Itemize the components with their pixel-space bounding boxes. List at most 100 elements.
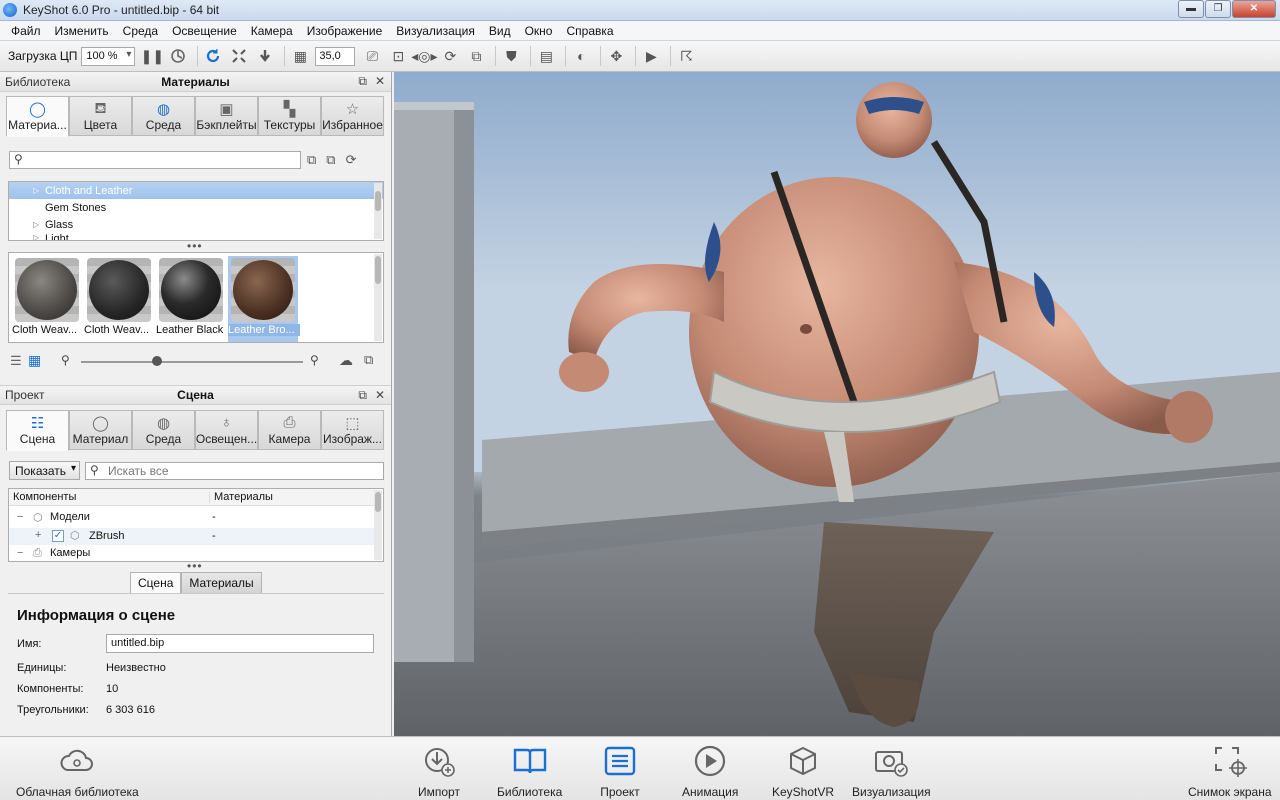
undock-icon[interactable]: ⧉ <box>358 388 367 403</box>
field-of-view-icon: ▦ <box>293 47 307 64</box>
menu-help[interactable]: Справка <box>559 24 620 38</box>
camera-screenshot-icon[interactable]: ⊡ <box>387 45 409 67</box>
maximize-button[interactable]: ❐ <box>1205 0 1231 18</box>
show-dropdown[interactable]: Показать ▾ <box>9 461 80 480</box>
camera-switch-icon[interactable]: ◂◎▸ <box>411 45 437 67</box>
add-folder-icon[interactable]: ⧉ <box>307 152 316 168</box>
import-arrow-icon[interactable] <box>254 45 276 67</box>
tab-material[interactable]: ◯ Материал <box>69 410 132 450</box>
close-panel-icon[interactable]: ✕ <box>375 74 385 89</box>
move-tool-icon[interactable]: ✥ <box>605 45 627 67</box>
collapse-icon[interactable]: − <box>17 547 23 559</box>
scene-tree-scrollbar[interactable] <box>374 490 382 560</box>
column-materials[interactable]: Материалы <box>209 491 273 503</box>
thumbnails-scrollbar[interactable] <box>374 254 382 341</box>
column-components[interactable]: Компоненты <box>13 491 76 503</box>
export-folder-icon[interactable]: ⧉ <box>364 352 373 368</box>
close-panel-icon[interactable]: ✕ <box>375 388 385 403</box>
expand-arrow-icon[interactable]: ▷ <box>33 233 39 240</box>
scrollbar-thumb[interactable] <box>375 191 381 211</box>
render-viewport[interactable] <box>394 72 1280 736</box>
menu-view[interactable]: Вид <box>482 24 518 38</box>
scene-search-input[interactable]: ⚲ Искать все <box>85 461 384 480</box>
cloud-library-button[interactable]: Облачная библиотека <box>16 741 139 799</box>
menu-lighting[interactable]: Освещение <box>165 24 244 38</box>
fit-screen-icon[interactable] <box>228 45 250 67</box>
library-search-input[interactable]: ⚲ <box>9 151 301 169</box>
list-view-icon[interactable]: ☰ <box>10 353 22 369</box>
undock-icon[interactable]: ⧉ <box>358 74 367 89</box>
scrollbar-thumb[interactable] <box>375 256 381 284</box>
subtab-scene[interactable]: Сцена <box>130 572 182 594</box>
slider-knob[interactable] <box>152 356 162 366</box>
expand-arrow-icon[interactable]: ▷ <box>33 186 39 195</box>
tab-textures[interactable]: ▚ Текстуры <box>258 96 321 136</box>
project-button[interactable]: Проект <box>600 741 640 799</box>
thumbnail-size-slider[interactable] <box>81 361 303 363</box>
geometry-view-icon[interactable]: ◐ <box>570 45 592 67</box>
scrollbar-thumb[interactable] <box>375 492 381 512</box>
menu-environment[interactable]: Среда <box>116 24 165 38</box>
menu-edit[interactable]: Изменить <box>48 24 116 38</box>
animation-button[interactable]: Анимация <box>682 741 738 799</box>
import-button[interactable]: Импорт <box>418 741 460 799</box>
menu-image[interactable]: Изображение <box>300 24 390 38</box>
menu-file[interactable]: Файл <box>4 24 48 38</box>
close-button[interactable]: ✕ <box>1232 0 1276 18</box>
tab-colors[interactable]: ⛾ Цвета <box>69 96 132 136</box>
thumbnail-cloth-weave-1[interactable]: Cloth Weav... <box>12 256 82 342</box>
thumbnail-leather-black[interactable]: Leather Black <box>156 256 226 342</box>
tab-backplates[interactable]: ▣ Бэкплейты <box>195 96 258 136</box>
zoom-out-icon[interactable]: ⚲ <box>61 353 70 367</box>
tree-scrollbar[interactable] <box>374 183 382 239</box>
tree-item-gem-stones[interactable]: Gem Stones <box>9 199 383 216</box>
visibility-checkbox[interactable]: ✓ <box>52 530 64 542</box>
tab-lighting[interactable]: ♁ Освещен... <box>195 410 258 450</box>
script-console-icon[interactable]: ▶ <box>640 45 662 67</box>
scene-name-input[interactable]: untitled.bip <box>106 634 374 653</box>
splitter-handle[interactable]: ••• <box>187 559 203 573</box>
pause-icon[interactable]: ❚❚ <box>141 45 164 67</box>
tree-row-zbrush[interactable]: + ✓ ⬡ ZBrush - <box>9 528 375 545</box>
thumbnail-leather-brown[interactable]: Leather Bro... <box>228 256 300 342</box>
minimize-button[interactable]: ▬ <box>1178 0 1204 18</box>
tab-favorites[interactable]: ☆ Избранное <box>321 96 384 136</box>
performance-mode-icon[interactable] <box>167 45 189 67</box>
expand-arrow-icon[interactable]: ▷ <box>33 220 39 229</box>
tab-image[interactable]: ⬚ Изображ... <box>321 410 384 450</box>
cloud-upload-icon[interactable]: ☁ <box>339 352 353 369</box>
render-button[interactable]: Визуализация <box>852 741 931 799</box>
menu-camera[interactable]: Камера <box>244 24 300 38</box>
collapse-icon[interactable]: − <box>17 511 23 523</box>
zoom-in-icon[interactable]: ⚲ <box>310 353 319 367</box>
tab-environments[interactable]: ◍ Среда <box>132 96 195 136</box>
folder-import-icon[interactable]: ⧉ <box>326 152 335 168</box>
menu-render[interactable]: Визуализация <box>389 24 482 38</box>
tree-item-glass[interactable]: ▷ Glass <box>9 216 383 233</box>
reset-camera-icon[interactable]: ⟳ <box>439 45 461 67</box>
splitter-handle[interactable]: ••• <box>187 239 203 253</box>
thumbnail-cloth-weave-2[interactable]: Cloth Weav... <box>84 256 154 342</box>
subtab-materials[interactable]: Материалы <box>181 572 262 594</box>
info-row-triangles: Треугольники: 6 303 616 <box>17 704 155 716</box>
lock-camera-icon[interactable]: ⧉ <box>465 45 487 67</box>
presentation-mode-icon[interactable]: ▤ <box>535 45 557 67</box>
refresh-library-icon[interactable]: ⟳ <box>346 152 357 168</box>
keyshotvr-button[interactable]: KeyShotVR <box>772 741 834 799</box>
expand-icon[interactable]: + <box>35 529 41 541</box>
field-of-view-input[interactable]: 35,0 <box>315 46 356 66</box>
tab-camera[interactable]: ⎙ Камера <box>258 410 321 450</box>
tab-materials[interactable]: ◯ Материа... <box>6 96 69 137</box>
shield-icon[interactable]: ⛊ <box>500 45 522 67</box>
menu-window[interactable]: Окно <box>518 24 560 38</box>
tab-scene[interactable]: ☷ Сцена <box>6 410 69 451</box>
refresh-icon[interactable] <box>202 45 224 67</box>
grid-view-icon[interactable]: ▦ <box>28 352 41 369</box>
tab-environment[interactable]: ◍ Среда <box>132 410 195 450</box>
walk-mode-icon[interactable]: ☈ <box>675 45 697 67</box>
cpu-usage-select[interactable]: 100 % <box>81 46 136 66</box>
library-button[interactable]: Библиотека <box>497 741 562 799</box>
screenshot-icon[interactable]: ⎚ <box>361 45 383 67</box>
screenshot-button[interactable]: Снимок экрана <box>1188 741 1272 799</box>
tree-item-cloth-leather[interactable]: ▷ Cloth and Leather <box>9 182 383 199</box>
